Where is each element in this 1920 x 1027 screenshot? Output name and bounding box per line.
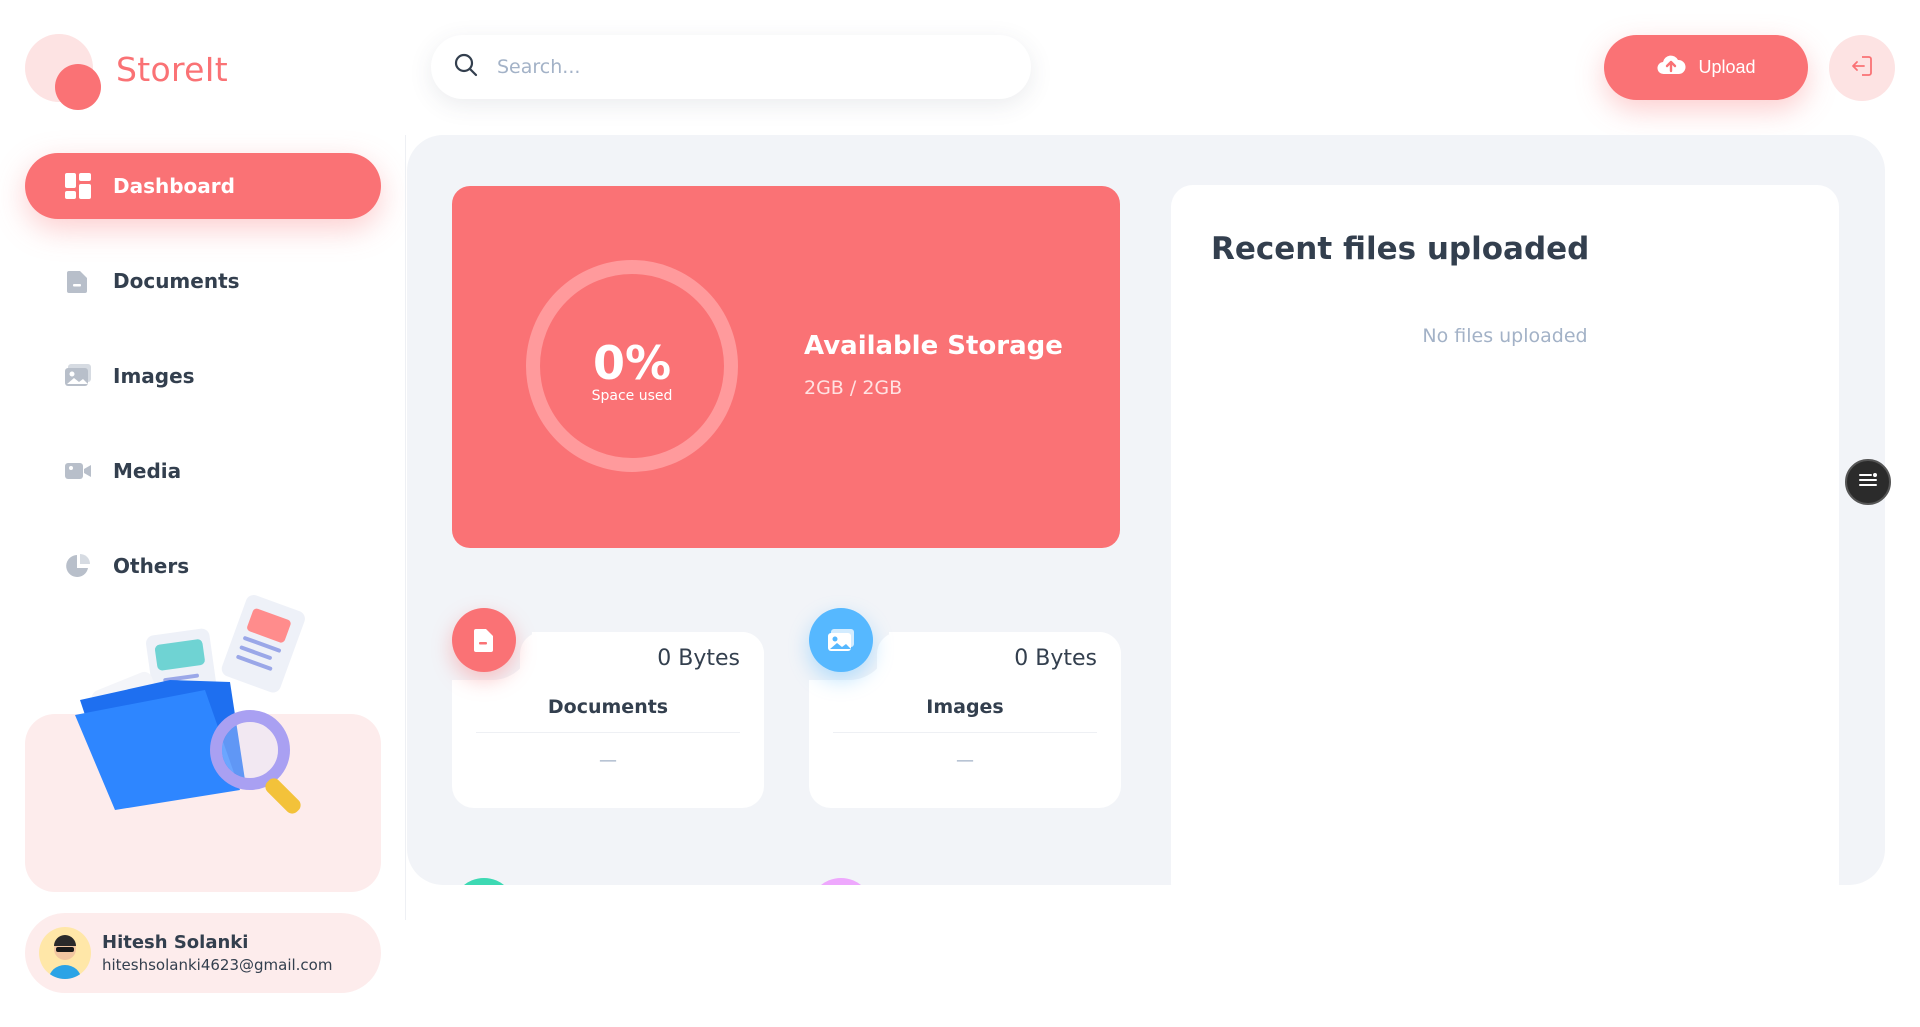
upload-button[interactable]: Upload [1604, 35, 1808, 100]
document-icon [452, 608, 516, 672]
video-icon [63, 456, 93, 486]
sidebar-item-label: Media [113, 459, 182, 483]
summary-card-divider [833, 732, 1097, 733]
image-icon [809, 608, 873, 672]
recent-files-empty: No files uploaded [1422, 325, 1588, 347]
storage-percent: 0% [592, 336, 672, 390]
summary-card-date: — [599, 750, 617, 771]
cloud-upload-icon [1656, 53, 1686, 82]
sidebar-item-label: Documents [113, 269, 240, 293]
sidebar-nav: Dashboard Documents Images Media Others [25, 153, 381, 628]
user-name: Hitesh Solanki [102, 932, 249, 953]
recent-files-panel: Recent files uploaded No files uploaded [1171, 185, 1839, 885]
logo-mark-front [55, 64, 101, 110]
floating-menu-button[interactable] [1845, 459, 1891, 505]
storage-amount: 2GB / 2GB [804, 377, 903, 399]
menu-icon [1857, 469, 1879, 495]
search-icon [453, 52, 479, 82]
logout-icon [1849, 53, 1875, 83]
sidebar-item-documents[interactable]: Documents [25, 248, 381, 314]
image-icon [63, 361, 93, 391]
sidebar: StoreIt Dashboard Documents Images Media [0, 0, 405, 1027]
sidebar-item-label: Images [113, 364, 195, 388]
media-card-badge-peek [452, 878, 516, 885]
summary-card-documents[interactable]: 0 Bytes Documents — [452, 608, 764, 808]
folder-search-illustration [70, 590, 340, 850]
sidebar-item-media[interactable]: Media [25, 438, 381, 504]
others-card-badge-peek [809, 878, 873, 885]
recent-files-title: Recent files uploaded [1211, 231, 1590, 267]
sidebar-item-dashboard[interactable]: Dashboard [25, 153, 381, 219]
summary-card-size: 0 Bytes [657, 646, 740, 671]
search-bar[interactable] [431, 35, 1031, 99]
brand-name: StoreIt [116, 50, 228, 89]
search-input[interactable] [497, 56, 977, 78]
upload-button-label: Upload [1698, 57, 1756, 77]
summary-card-size: 0 Bytes [1014, 646, 1097, 671]
user-info: Hitesh Solanki hiteshsolanki4623@gmail.c… [102, 932, 332, 974]
dashboard-icon [63, 171, 93, 201]
brand-logo[interactable]: StoreIt [25, 34, 245, 114]
sidebar-item-images[interactable]: Images [25, 343, 381, 409]
logout-button[interactable] [1829, 35, 1895, 101]
summary-card-images[interactable]: 0 Bytes Images — [809, 608, 1121, 808]
storage-title: Available Storage [804, 331, 1063, 361]
storage-percent-caption: Space used [591, 388, 673, 404]
summary-card-divider [476, 732, 740, 733]
avatar [39, 927, 91, 979]
sidebar-item-label: Others [113, 554, 190, 578]
summary-card-date: — [956, 750, 974, 771]
sidebar-divider [405, 135, 406, 920]
storage-summary-card: 0% Space used Available Storage 2GB / 2G… [452, 186, 1120, 548]
summary-card-label: Images [926, 696, 1004, 718]
storage-progress-ring: 0% Space used [524, 258, 740, 474]
user-card[interactable]: Hitesh Solanki hiteshsolanki4623@gmail.c… [25, 913, 381, 993]
pie-chart-icon [63, 551, 93, 581]
sidebar-item-label: Dashboard [113, 174, 235, 198]
document-icon [63, 266, 93, 296]
summary-card-label: Documents [547, 696, 669, 718]
dashboard-main: 0% Space used Available Storage 2GB / 2G… [407, 135, 1885, 885]
user-email: hiteshsolanki4623@gmail.com [102, 956, 333, 974]
